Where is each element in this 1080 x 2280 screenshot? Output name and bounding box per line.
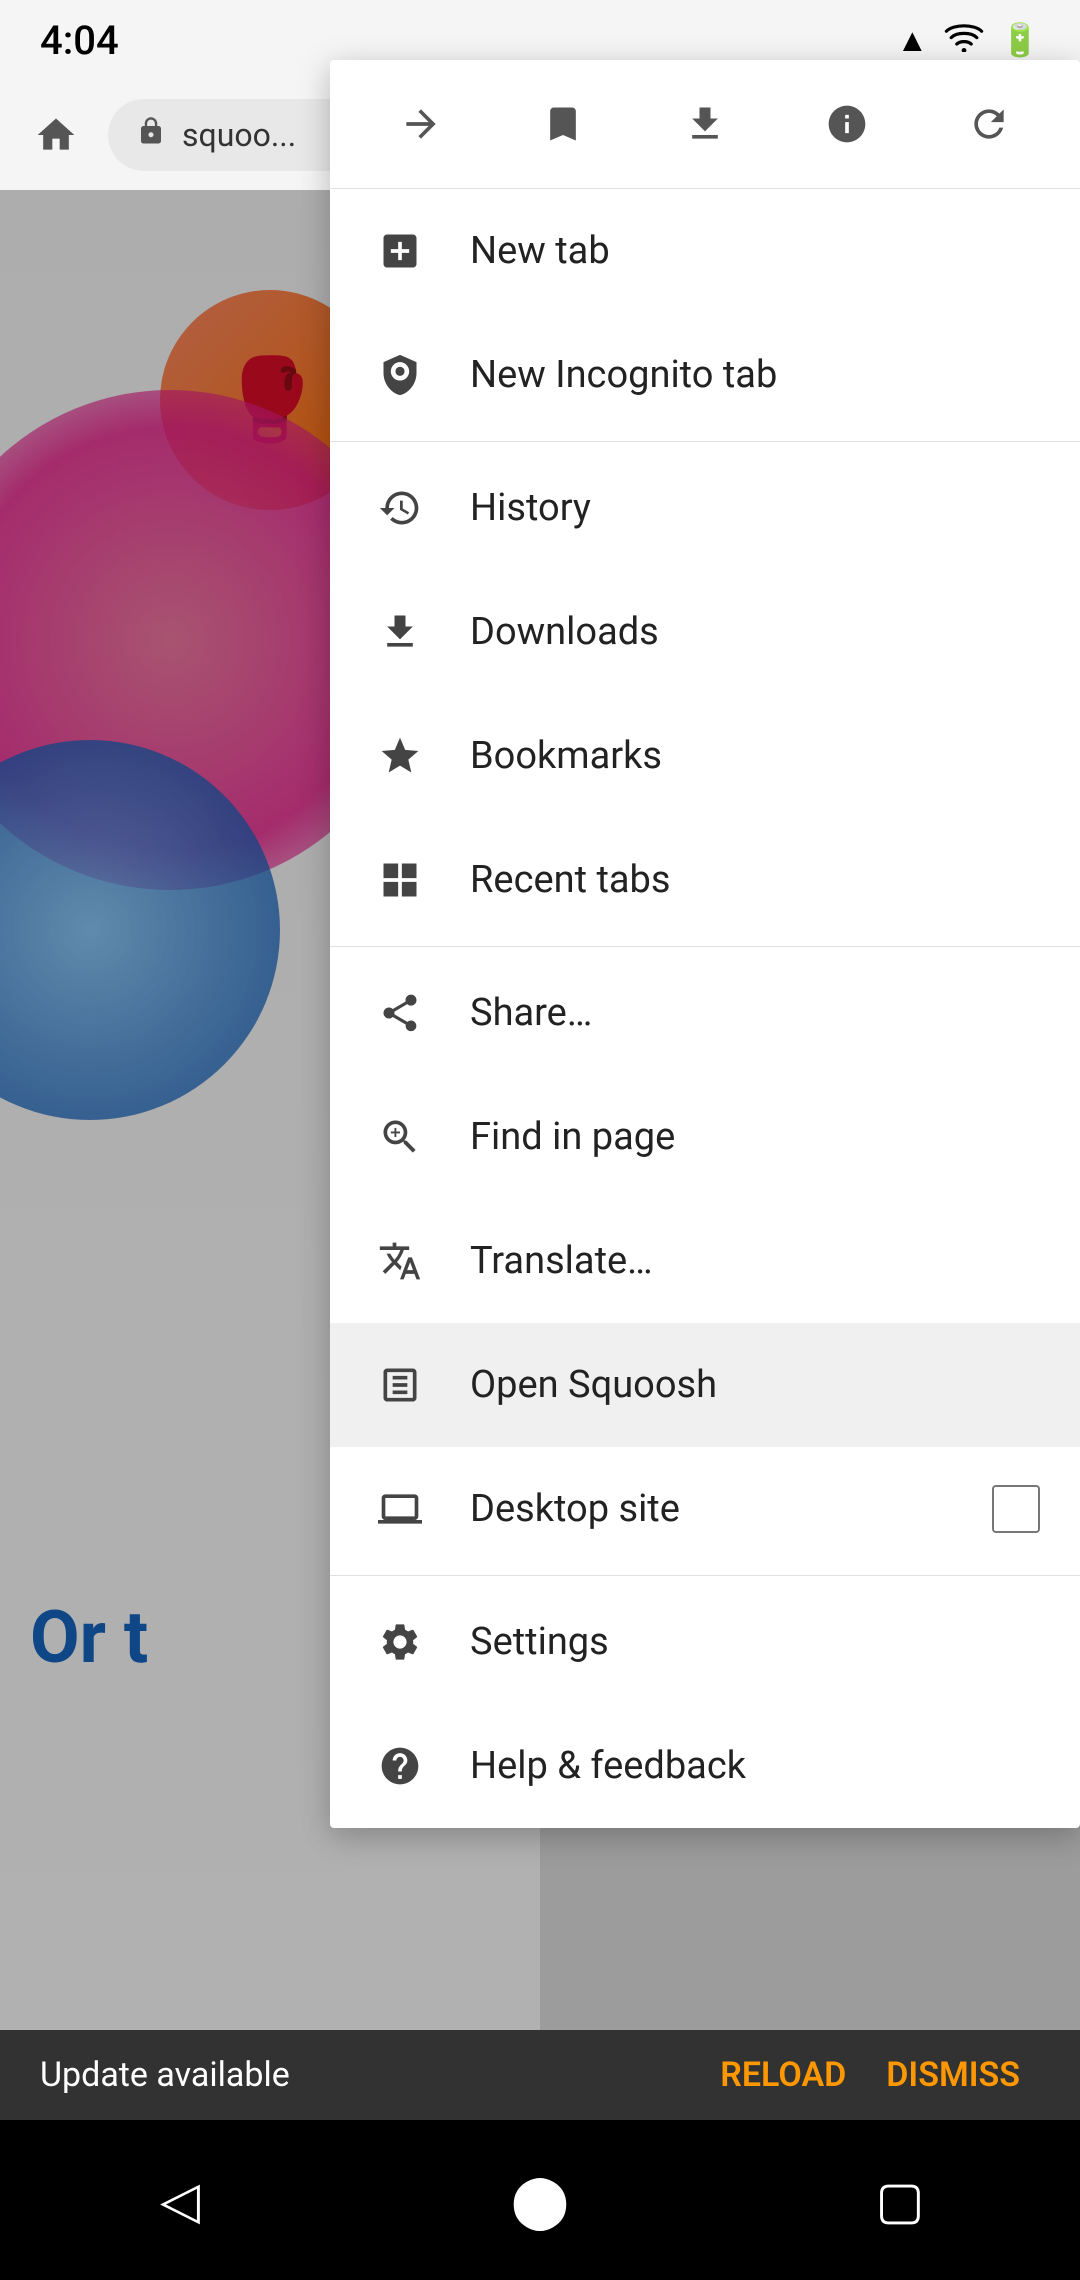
menu-item-help-feedback[interactable]: Help & feedback: [330, 1704, 1080, 1828]
back-icon: ◁: [160, 2170, 200, 2231]
recent-tabs-label: Recent tabs: [470, 858, 1040, 902]
nav-home-button[interactable]: ⬤: [440, 2150, 640, 2250]
bookmarks-label: Bookmarks: [470, 734, 1040, 778]
menu-item-downloads[interactable]: Downloads: [330, 570, 1080, 694]
open-squoosh-label: Open Squoosh: [470, 1363, 1040, 1407]
nav-recents-button[interactable]: ▢: [800, 2150, 1000, 2250]
help-feedback-label: Help & feedback: [470, 1744, 1040, 1788]
dismiss-button[interactable]: DISMISS: [866, 2055, 1040, 2095]
divider-1: [330, 441, 1080, 442]
downloads-icon: [370, 602, 430, 662]
desktop-site-checkbox[interactable]: [992, 1485, 1040, 1533]
menu-toolbar: [330, 60, 1080, 189]
signal-icon: ▲: [896, 21, 928, 59]
open-app-icon: [370, 1355, 430, 1415]
reload-button[interactable]: [949, 84, 1029, 164]
update-bar: Update available RELOAD DISMISS: [0, 2030, 1080, 2120]
desktop-site-label: Desktop site: [470, 1487, 952, 1531]
bottom-nav: ◁ ⬤ ▢: [0, 2120, 1080, 2280]
divider-2: [330, 946, 1080, 947]
new-tab-icon: [370, 221, 430, 281]
menu-item-new-incognito-tab[interactable]: New Incognito tab: [330, 313, 1080, 437]
help-icon: [370, 1736, 430, 1796]
menu-item-settings[interactable]: Settings: [330, 1580, 1080, 1704]
settings-icon: [370, 1612, 430, 1672]
menu-item-translate[interactable]: Translate…: [330, 1199, 1080, 1323]
reload-button[interactable]: RELOAD: [700, 2055, 866, 2095]
dropdown-menu: New tab New Incognito tab History: [330, 60, 1080, 1828]
desktop-icon: [370, 1479, 430, 1539]
wifi-icon: [944, 20, 984, 60]
find-icon: [370, 1107, 430, 1167]
incognito-icon: [370, 345, 430, 405]
history-label: History: [470, 486, 1040, 530]
home-button[interactable]: [20, 99, 92, 171]
menu-item-find-in-page[interactable]: Find in page: [330, 1075, 1080, 1199]
nav-back-button[interactable]: ◁: [80, 2150, 280, 2250]
info-button[interactable]: [807, 84, 887, 164]
battery-icon: 🔋: [1000, 21, 1040, 59]
new-incognito-tab-label: New Incognito tab: [470, 353, 1040, 397]
status-icons: ▲ 🔋: [896, 20, 1040, 60]
recent-tabs-icon: [370, 850, 430, 910]
menu-item-bookmarks[interactable]: Bookmarks: [330, 694, 1080, 818]
recents-icon: ▢: [875, 2170, 924, 2231]
menu-item-new-tab[interactable]: New tab: [330, 189, 1080, 313]
bookmarks-icon: [370, 726, 430, 786]
menu-item-recent-tabs[interactable]: Recent tabs: [330, 818, 1080, 942]
share-label: Share…: [470, 991, 1040, 1035]
forward-button[interactable]: [381, 84, 461, 164]
download-button[interactable]: [665, 84, 745, 164]
menu-items-container: New tab New Incognito tab History: [330, 189, 1080, 1828]
home-circle-icon: ⬤: [511, 2170, 569, 2231]
settings-label: Settings: [470, 1620, 1040, 1664]
bookmark-button[interactable]: [523, 84, 603, 164]
menu-item-share[interactable]: Share…: [330, 951, 1080, 1075]
share-icon: [370, 983, 430, 1043]
lock-icon: [136, 114, 166, 156]
new-tab-label: New tab: [470, 229, 1040, 273]
translate-icon: [370, 1231, 430, 1291]
update-message: Update available: [40, 2055, 700, 2095]
menu-item-open-squoosh[interactable]: Open Squoosh: [330, 1323, 1080, 1447]
divider-3: [330, 1575, 1080, 1576]
menu-item-desktop-site[interactable]: Desktop site: [330, 1447, 1080, 1571]
history-icon: [370, 478, 430, 538]
translate-label: Translate…: [470, 1239, 1040, 1283]
find-in-page-label: Find in page: [470, 1115, 1040, 1159]
menu-item-history[interactable]: History: [330, 446, 1080, 570]
status-time: 4:04: [40, 17, 119, 64]
downloads-label: Downloads: [470, 610, 1040, 654]
